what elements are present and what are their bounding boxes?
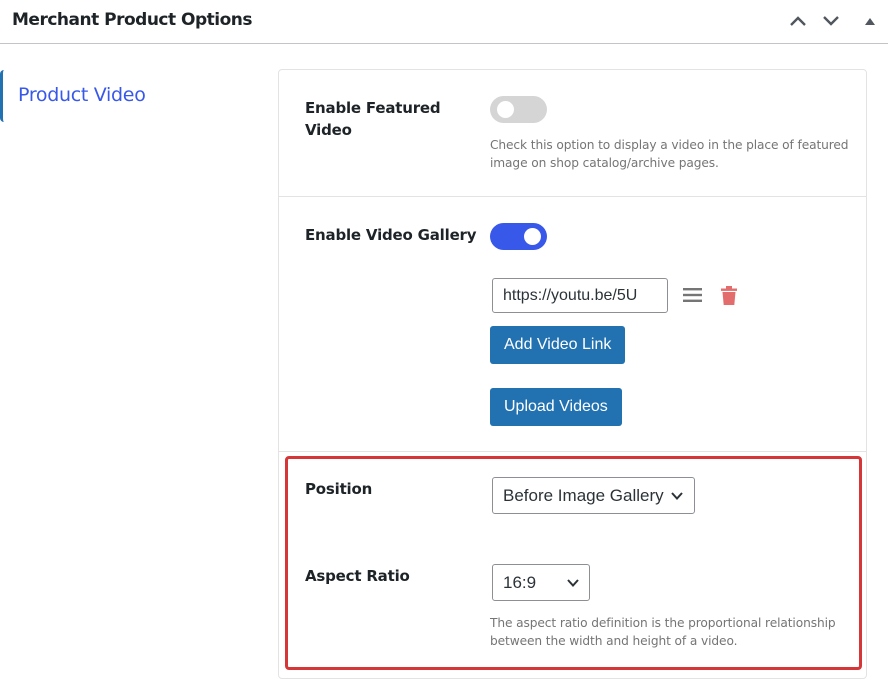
video-link-input[interactable] bbox=[492, 278, 668, 313]
video-gallery-toggle[interactable] bbox=[490, 223, 547, 250]
move-up-button[interactable] bbox=[785, 8, 811, 34]
nav-item-product-video[interactable]: Product Video bbox=[0, 70, 240, 122]
trash-icon bbox=[721, 285, 737, 305]
chevron-down-icon bbox=[567, 579, 579, 587]
delete-link-button[interactable] bbox=[717, 283, 741, 307]
move-down-button[interactable] bbox=[818, 8, 844, 34]
toggle-panel-button[interactable] bbox=[857, 8, 883, 34]
featured-video-label: Enable Featured Video bbox=[305, 99, 441, 139]
aspect-ratio-selected-value: 16:9 bbox=[503, 573, 537, 592]
metabox-header: Merchant Product Options bbox=[0, 0, 888, 44]
add-video-link-button[interactable]: Add Video Link bbox=[490, 326, 626, 364]
upload-videos-button[interactable]: Upload Videos bbox=[490, 388, 622, 426]
nav-item-label: Product Video bbox=[18, 84, 146, 106]
divider bbox=[279, 196, 866, 197]
options-panel: Enable Featured Video Check this option … bbox=[278, 69, 867, 679]
video-gallery-label: Enable Video Gallery bbox=[305, 226, 477, 244]
triangle-up-icon bbox=[865, 18, 875, 25]
position-label: Position bbox=[305, 480, 373, 498]
toggle-knob bbox=[524, 228, 541, 245]
position-selected-value: Before Image Gallery bbox=[503, 486, 664, 505]
position-select[interactable]: Before Image Gallery bbox=[492, 477, 695, 514]
toggle-knob bbox=[497, 101, 514, 118]
chevron-down-icon bbox=[671, 492, 683, 500]
featured-video-toggle[interactable] bbox=[490, 96, 547, 123]
aspect-ratio-select[interactable]: 16:9 bbox=[492, 564, 590, 601]
drag-handle[interactable] bbox=[680, 283, 704, 307]
featured-video-description: Check this option to display a video in … bbox=[490, 138, 849, 170]
aspect-ratio-label: Aspect Ratio bbox=[305, 567, 410, 585]
chevron-up-icon bbox=[790, 16, 806, 26]
hamburger-icon bbox=[682, 288, 702, 302]
metabox-title: Merchant Product Options bbox=[12, 10, 253, 30]
chevron-down-icon bbox=[823, 16, 839, 26]
aspect-ratio-description: The aspect ratio definition is the propo… bbox=[490, 616, 836, 648]
divider bbox=[279, 451, 866, 452]
